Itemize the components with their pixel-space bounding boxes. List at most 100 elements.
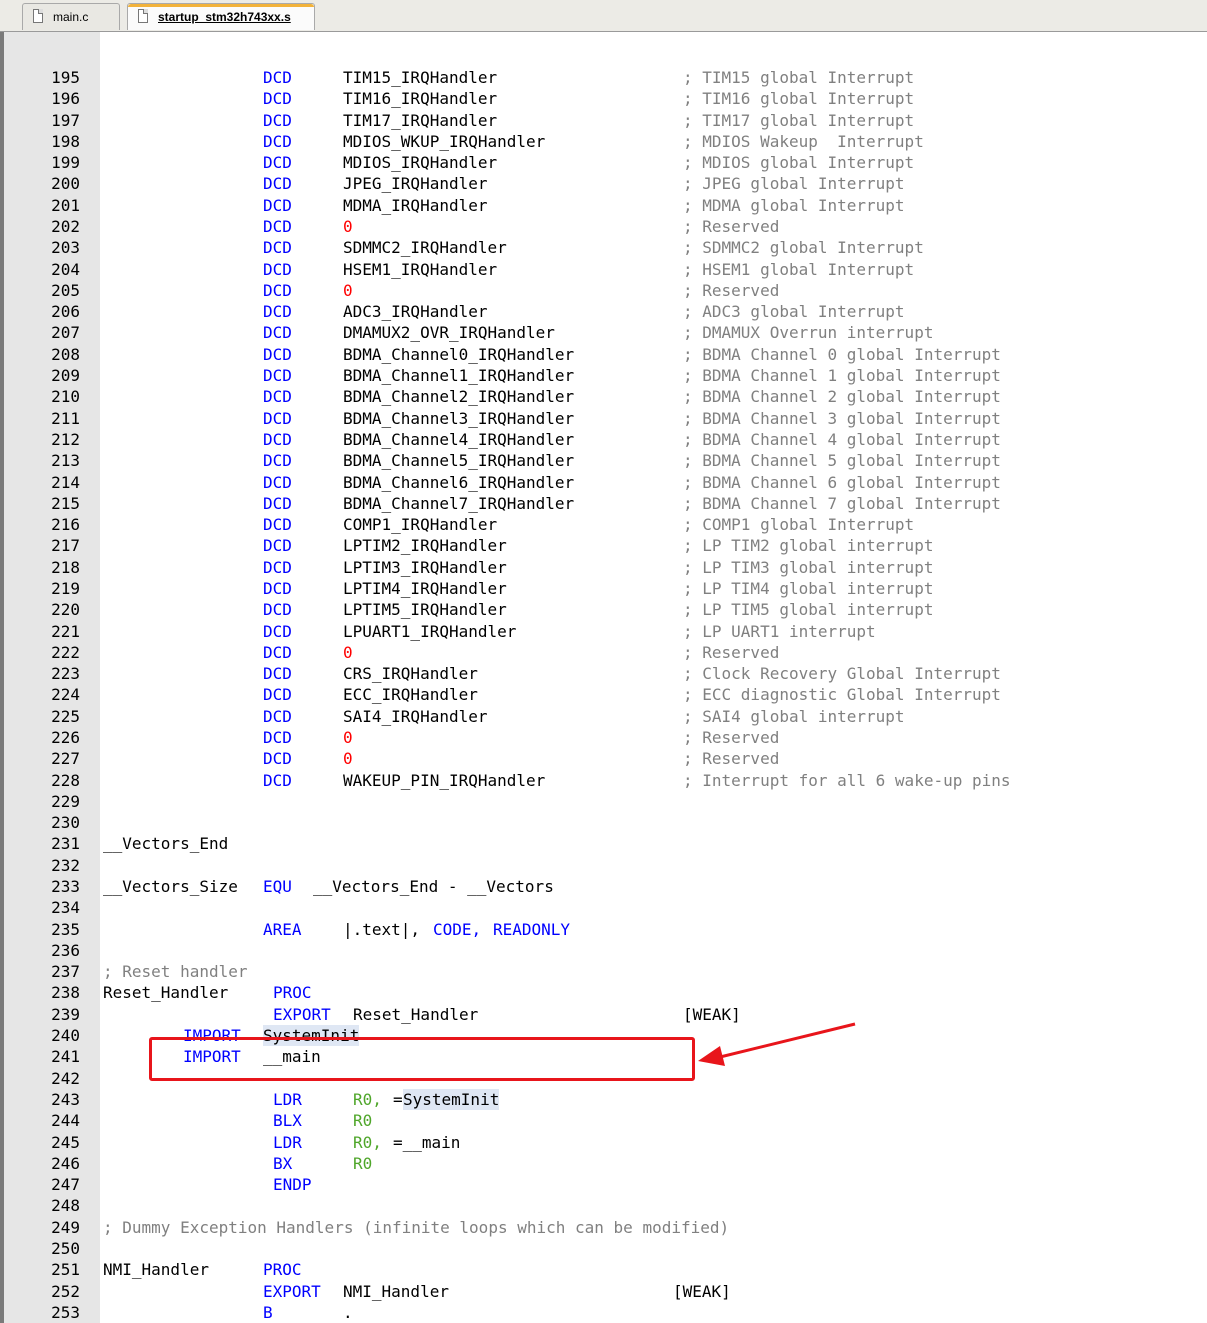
code-line[interactable]: 208 DCD BDMA_Channel0_IRQHandler ; BDMA Cha… <box>0 344 1207 365</box>
line-number: 218 <box>51 557 80 577</box>
code-token: 0 <box>343 217 353 237</box>
code-line[interactable]: 226 DCD 0 ; Reserved <box>0 727 1207 748</box>
code-line[interactable]: 251 NMI_Handler PROC <box>0 1259 1207 1280</box>
line-number: 250 <box>51 1238 80 1258</box>
code-line[interactable]: 216 DCD COMP1_IRQHandler ; COMP1 global Int… <box>0 514 1207 535</box>
code-line[interactable]: 232 <box>0 855 1207 876</box>
code-line[interactable]: 221 DCD LPUART1_IRQHandler ; LP UART1 inter… <box>0 621 1207 642</box>
code-line[interactable]: 195 DCD TIM15_IRQHandler ; TIM15 global Int… <box>0 67 1207 88</box>
code-editor[interactable]: 195 DCD TIM15_IRQHandler ; TIM15 global Int… <box>0 32 1207 1323</box>
code-line[interactable]: 233 __Vectors_Size EQU __Vectors_End - __Ve… <box>0 876 1207 897</box>
code-token: PROC <box>273 983 312 1003</box>
code-line[interactable]: 215 DCD BDMA_Channel7_IRQHandler ; BDMA Cha… <box>0 493 1207 514</box>
code-line[interactable]: 203 DCD SDMMC2_IRQHandler ; SDMMC2 global I… <box>0 237 1207 258</box>
code-line[interactable]: 250 <box>0 1238 1207 1259</box>
code-line[interactable]: 227 DCD 0 ; Reserved <box>0 748 1207 769</box>
line-number: 239 <box>51 1004 80 1024</box>
code-token: ; MDIOS Wakeup Interrupt <box>683 131 924 151</box>
line-number: 224 <box>51 685 80 705</box>
tab-main-c[interactable]: main.c <box>22 3 120 30</box>
code-line[interactable]: 245 LDR R0, =__main <box>0 1132 1207 1153</box>
code-line[interactable]: 219 DCD LPTIM4_IRQHandler ; LP TIM4 global … <box>0 578 1207 599</box>
line-number: 217 <box>51 536 80 556</box>
code-token: DCD <box>263 174 292 194</box>
line-number: 213 <box>51 451 80 471</box>
code-line[interactable]: 249 ; Dummy Exception Handlers (infinite … <box>0 1217 1207 1238</box>
code-line[interactable]: 210 DCD BDMA_Channel2_IRQHandler ; BDMA Cha… <box>0 386 1207 407</box>
code-token: BDMA_Channel4_IRQHandler <box>343 429 575 449</box>
code-token: LPTIM2_IRQHandler <box>343 536 507 556</box>
code-line[interactable]: 229 <box>0 791 1207 812</box>
code-token: DCD <box>263 472 292 492</box>
code-line[interactable]: 253 B. <box>0 1302 1207 1323</box>
code-line[interactable]: 220 DCD LPTIM5_IRQHandler ; LP TIM5 global … <box>0 599 1207 620</box>
code-token: __Vectors_Size <box>103 877 238 897</box>
code-token: DCD <box>263 664 292 684</box>
code-line[interactable]: 205 DCD 0 ; Reserved <box>0 280 1207 301</box>
code-line[interactable]: 246 BX R0 <box>0 1153 1207 1174</box>
code-token: |.text|, <box>343 919 421 939</box>
code-line[interactable]: 230 <box>0 812 1207 833</box>
code-token: DCD <box>263 302 292 322</box>
code-line[interactable]: 231 __Vectors_End <box>0 833 1207 854</box>
code-token: ECC_IRQHandler <box>343 685 478 705</box>
code-line[interactable]: 238 Reset_Handler PROC <box>0 982 1207 1003</box>
line-number: 204 <box>51 259 80 279</box>
code-line[interactable]: 237 ; Reset handler <box>0 961 1207 982</box>
code-line[interactable]: 196 DCD TIM16_IRQHandler ; TIM16 global Int… <box>0 88 1207 109</box>
code-token: ; BDMA Channel 2 global Interrupt <box>683 387 1001 407</box>
code-line[interactable]: 225 DCD SAI4_IRQHandler ; SAI4 global inter… <box>0 706 1207 727</box>
file-icon <box>33 9 43 23</box>
code-line[interactable]: 213 DCD BDMA_Channel5_IRQHandler ; BDMA Cha… <box>0 450 1207 471</box>
line-number: 246 <box>51 1153 80 1173</box>
code-line[interactable]: 217 DCD LPTIM2_IRQHandler ; LP TIM2 global … <box>0 535 1207 556</box>
code-line[interactable]: 234 <box>0 897 1207 918</box>
code-line[interactable]: 204 DCD HSEM1_IRQHandler ; HSEM1 global Int… <box>0 259 1207 280</box>
code-line[interactable]: 206 DCD ADC3_IRQHandler ; ADC3 global Inter… <box>0 301 1207 322</box>
code-line[interactable]: 200 DCD JPEG_IRQHandler ; JPEG global Inter… <box>0 173 1207 194</box>
code-line[interactable]: 239 EXPORT Reset_Handler [WEAK] <box>0 1004 1207 1025</box>
code-token: BDMA_Channel6_IRQHandler <box>343 472 575 492</box>
code-line[interactable]: 235 AREA |.text|, CODE, READONLY <box>0 919 1207 940</box>
code-line[interactable]: 209 DCD BDMA_Channel1_IRQHandler ; BDMA Cha… <box>0 365 1207 386</box>
code-line[interactable]: 228 DCD WAKEUP_PIN_IRQHandler ; Interrupt f… <box>0 770 1207 791</box>
code-line[interactable]: 243 LDR R0, = SystemInit <box>0 1088 1207 1110</box>
code-line[interactable]: 247 ENDP <box>0 1174 1207 1195</box>
code-token: DCD <box>263 387 292 407</box>
line-number: 220 <box>51 600 80 620</box>
code-line[interactable]: 214 DCD BDMA_Channel6_IRQHandler ; BDMA Cha… <box>0 472 1207 493</box>
code-line[interactable]: 223 DCD CRS_IRQHandler ; Clock Recovery Glo… <box>0 663 1207 684</box>
code-token: EXPORT <box>273 1004 331 1024</box>
code-line[interactable]: 207 DCD DMAMUX2_OVR_IRQHandler ; DMAMUX Ove… <box>0 322 1207 343</box>
code-token: HSEM1_IRQHandler <box>343 259 498 279</box>
code-line[interactable]: 199 DCD MDIOS_IRQHandler ; MDIOS global Int… <box>0 152 1207 173</box>
code-token: LDR <box>273 1132 302 1152</box>
code-line[interactable]: 201 DCD MDMA_IRQHandler ; MDMA global Inter… <box>0 195 1207 216</box>
code-token: DCD <box>263 280 292 300</box>
code-line[interactable]: 236 <box>0 940 1207 961</box>
code-line[interactable]: 252 EXPORT NMI_Handler [WEAK] <box>0 1281 1207 1302</box>
line-number: 243 <box>51 1089 80 1109</box>
code-token: ; Clock Recovery Global Interrupt <box>683 664 1001 684</box>
code-token: ; BDMA Channel 6 global Interrupt <box>683 472 1001 492</box>
code-token: SDMMC2_IRQHandler <box>343 238 507 258</box>
code-line[interactable]: 197 DCD TIM17_IRQHandler ; TIM17 global Int… <box>0 110 1207 131</box>
line-number: 209 <box>51 366 80 386</box>
code-token: ; LP TIM5 global interrupt <box>683 600 934 620</box>
code-line[interactable]: 211 DCD BDMA_Channel3_IRQHandler ; BDMA Cha… <box>0 408 1207 429</box>
tab-label: main.c <box>53 10 89 24</box>
code-token: COMP1_IRQHandler <box>343 515 498 535</box>
code-line[interactable]: 224 DCD ECC_IRQHandler ; ECC diagnostic Glo… <box>0 684 1207 705</box>
code-line[interactable]: 198 DCD MDIOS_WKUP_IRQHandler ; MDIOS Wakeu… <box>0 131 1207 152</box>
code-line[interactable]: 222 DCD 0 ; Reserved <box>0 642 1207 663</box>
code-token: ; SDMMC2 global Interrupt <box>683 238 924 258</box>
code-line[interactable]: 202 DCD 0 ; Reserved <box>0 216 1207 237</box>
code-line[interactable]: 212 DCD BDMA_Channel4_IRQHandler ; BDMA Cha… <box>0 429 1207 450</box>
code-line[interactable]: 248 <box>0 1195 1207 1216</box>
code-line[interactable]: 218 DCD LPTIM3_IRQHandler ; LP TIM3 global … <box>0 557 1207 578</box>
code-token: ; Reserved <box>683 749 780 769</box>
code-token: DCD <box>263 749 292 769</box>
tab-startup-s[interactable]: startup_stm32h743xx.s <box>127 3 315 30</box>
code-token: DCD <box>263 259 292 279</box>
code-line[interactable]: 244 BLX R0 <box>0 1110 1207 1131</box>
